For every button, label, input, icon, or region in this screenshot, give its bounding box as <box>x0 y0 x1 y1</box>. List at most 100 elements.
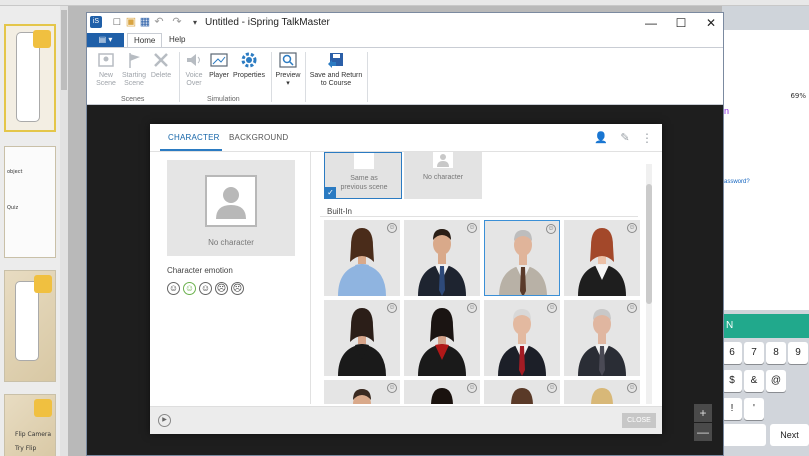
space-key[interactable] <box>722 424 766 446</box>
key[interactable]: 8 <box>766 342 786 364</box>
character-dialog: CHARACTER BACKGROUND 👤 ✎ ⋮ No character … <box>150 124 662 434</box>
character-woman-blue-shirt[interactable]: ☺ <box>324 220 400 296</box>
ribbon: New Scene Starting Scene Delete Scenes V… <box>87 47 723 105</box>
emotion-icon: ☺ <box>627 303 637 313</box>
delete-icon <box>151 50 171 70</box>
open-icon[interactable]: ▣ <box>125 16 137 29</box>
next-key[interactable]: Next <box>770 424 809 446</box>
save-return-icon <box>326 50 346 70</box>
button-label: Scene <box>96 80 116 87</box>
preview-button[interactable]: Preview ▾ <box>273 50 303 88</box>
person-icon <box>354 153 374 169</box>
dialog-footer: ▶ CLOSE <box>150 406 662 434</box>
background-app-header <box>0 0 809 6</box>
neutral-emotion-icon[interactable]: ☺ <box>167 282 180 295</box>
phone-status-bar: 69% <box>722 92 809 106</box>
badge-icon <box>34 399 52 417</box>
minimize-button[interactable]: — <box>639 14 663 32</box>
key[interactable]: 9 <box>788 342 808 364</box>
emotion-icon: ☺ <box>546 224 556 234</box>
emotion-icon: ☺ <box>547 303 557 313</box>
angry-emotion-icon[interactable]: ☹ <box>231 282 244 295</box>
key[interactable]: @ <box>766 370 786 392</box>
forgot-password-link[interactable]: assword? <box>724 179 750 185</box>
person-icon <box>433 152 453 168</box>
character-older-man-glasses[interactable]: ☺ <box>564 300 640 376</box>
slide-thumbnail[interactable] <box>4 24 56 132</box>
character-man-dark-suit[interactable]: ☺ <box>404 220 480 296</box>
starting-scene-button[interactable]: Starting Scene <box>119 50 149 88</box>
redo-icon[interactable]: ↷ <box>171 16 183 29</box>
badge-icon <box>33 30 51 48</box>
edit-icon[interactable]: ✎ <box>618 131 632 145</box>
new-icon[interactable]: □ <box>111 16 123 29</box>
add-character-icon[interactable]: 👤 <box>594 131 608 145</box>
slide-thumbnail[interactable] <box>4 270 56 382</box>
new-scene-button[interactable]: New Scene <box>91 50 121 88</box>
tab-character[interactable]: CHARACTER <box>168 133 220 142</box>
emotion-icon: ☺ <box>387 383 397 393</box>
character-older-man-gray-jacket[interactable]: ☺ <box>484 220 560 296</box>
maximize-button[interactable]: ☐ <box>669 14 693 32</box>
ribbon-tabs: ▤ ▾ Home Help <box>87 33 723 47</box>
character-woman-red-top[interactable]: ☺ <box>404 300 480 376</box>
phone-mockup <box>15 281 39 361</box>
more-icon[interactable]: ⋮ <box>640 131 654 145</box>
key[interactable]: 7 <box>744 342 764 364</box>
save-and-return-button[interactable]: Save and Return to Course <box>307 50 365 88</box>
play-icon[interactable]: ▶ <box>158 414 171 427</box>
slide-text: Try Flip <box>15 445 37 452</box>
phone-keyboard: 6 7 8 9 $ & @ ! ' Next <box>722 338 809 456</box>
file-menu-button[interactable]: ▤ ▾ <box>87 33 124 47</box>
properties-button[interactable]: Properties <box>231 50 267 80</box>
player-button[interactable]: Player <box>207 50 231 80</box>
happy-emotion-icon[interactable]: ☺ <box>183 282 196 295</box>
customize-icon[interactable]: ▾ <box>189 16 201 29</box>
character-redhead-woman[interactable]: ☺ <box>564 220 640 296</box>
zoom-in-button[interactable]: + <box>694 404 712 422</box>
grid-scrollbar-thumb[interactable] <box>646 184 652 304</box>
undo-icon[interactable]: ↶ <box>153 16 165 29</box>
character-young-man[interactable]: ☺ <box>324 380 400 404</box>
battery-level: 69% <box>790 92 806 100</box>
title-bar: iS □ ▣ ▦ ↶ ↷ ▾ Untitled - iSpring TalkMa… <box>87 13 723 33</box>
character-blonde-woman[interactable]: ☺ <box>564 380 640 404</box>
character-woman-brown-hair[interactable]: ☺ <box>484 380 560 404</box>
key[interactable]: $ <box>722 370 742 392</box>
close-button[interactable]: ✕ <box>699 14 723 32</box>
slides-scrollbar-thumb[interactable] <box>61 10 67 90</box>
no-character-card[interactable]: No character <box>404 152 482 199</box>
tab-home[interactable]: Home <box>127 33 163 47</box>
card-label: No character <box>404 173 482 182</box>
emotion-label: Character emotion <box>167 266 233 275</box>
emotion-icon: ☺ <box>547 383 557 393</box>
character-woman-curly-hair[interactable]: ☺ <box>404 380 480 404</box>
voice-over-button[interactable]: Voice Over <box>181 50 207 88</box>
sad-emotion-icon[interactable]: ☹ <box>215 282 228 295</box>
close-dialog-button[interactable]: CLOSE <box>622 413 656 428</box>
no-character-icon <box>205 175 257 227</box>
character-woman-black-blazer[interactable]: ☺ <box>324 300 400 376</box>
builtin-section-label: Built-In <box>327 207 352 216</box>
tab-help[interactable]: Help <box>163 33 191 47</box>
button-label: Properties <box>233 72 265 79</box>
delete-button[interactable]: Delete <box>147 50 175 80</box>
key[interactable]: & <box>744 370 764 392</box>
slide-thumbnail[interactable]: Flip Camera Try Flip <box>4 394 56 456</box>
zoom-out-button[interactable]: — <box>694 423 712 441</box>
save-icon[interactable]: ▦ <box>139 16 151 29</box>
button-label: Scene <box>124 80 144 87</box>
card-label-line: Same as <box>350 175 378 182</box>
card-label-line: No character <box>422 174 464 181</box>
panel-divider <box>310 152 311 404</box>
key[interactable]: ! <box>722 398 742 420</box>
phone-login-bar[interactable]: N <box>722 314 809 338</box>
active-tab-indicator <box>160 149 222 151</box>
key[interactable]: ' <box>744 398 764 420</box>
slide-thumbnail[interactable]: object Quiz <box>4 146 56 258</box>
tab-background[interactable]: BACKGROUND <box>229 133 288 142</box>
smile-emotion-icon[interactable]: ☺ <box>199 282 212 295</box>
character-older-man-red-tie[interactable]: ☺ <box>484 300 560 376</box>
key[interactable]: 6 <box>722 342 742 364</box>
same-as-previous-card[interactable]: Same as previous scene ✓ <box>324 152 402 199</box>
